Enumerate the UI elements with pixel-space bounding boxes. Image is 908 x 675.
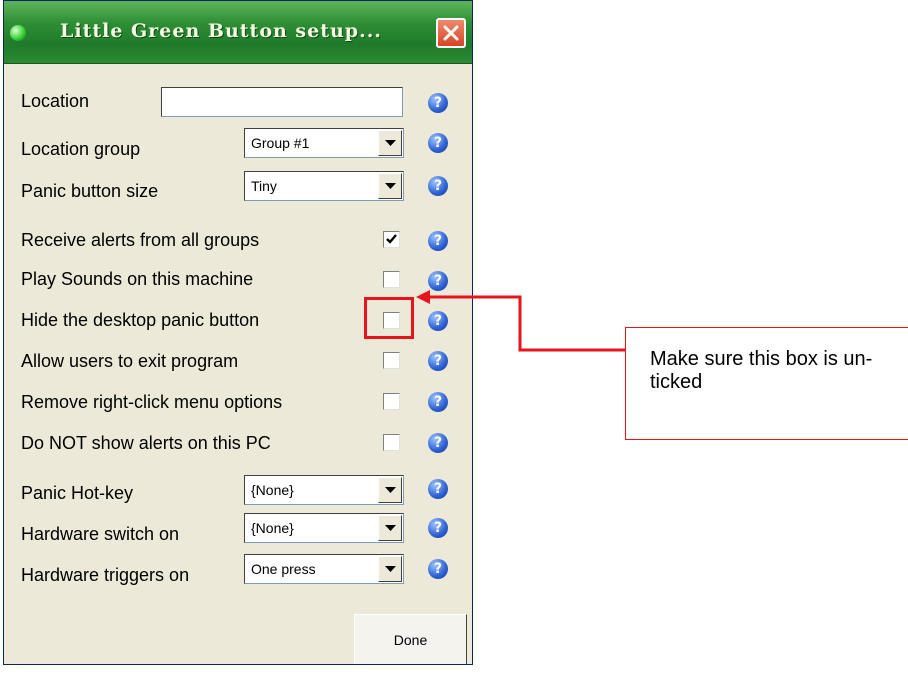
callout-text: Make sure this box is un-ticked [650, 348, 873, 393]
callout-box: Make sure this box is un-ticked [625, 327, 908, 440]
